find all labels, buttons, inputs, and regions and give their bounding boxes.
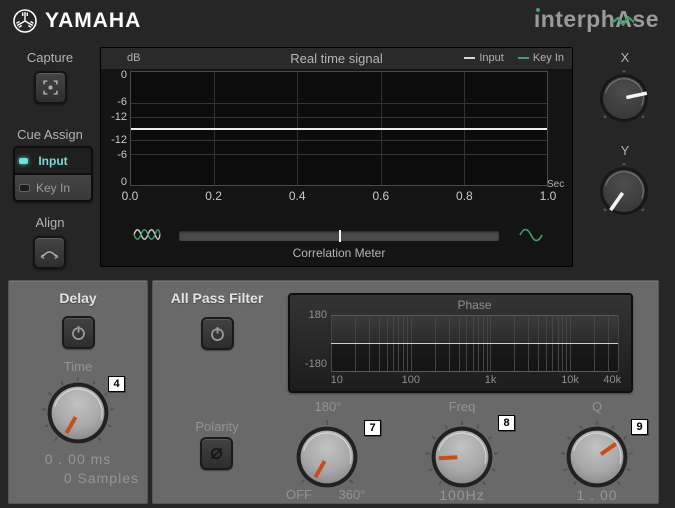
phase-y-min: -180 <box>304 358 327 370</box>
scope-plot <box>130 71 548 186</box>
out-of-phase-icon <box>133 229 161 240</box>
y-tick: -12 <box>111 111 127 123</box>
cue-assign-label: Cue Assign <box>17 127 83 142</box>
y-tick: 0 <box>120 176 127 188</box>
capture-icon <box>43 80 58 95</box>
keyin-led-icon <box>19 183 30 192</box>
x-knob[interactable] <box>594 68 654 128</box>
in-phase-icon <box>519 228 543 242</box>
phase-display: Phase 180 -180 10 100 1k 10k 40k <box>288 293 633 393</box>
phase-gridlines <box>331 315 619 372</box>
y-tick: -6 <box>117 96 127 108</box>
correlation-meter-label: Correlation Meter <box>292 246 386 260</box>
y-tick: -6 <box>117 149 127 161</box>
delay-section: Delay Time 4 0 . 00 ms 0 Samples <box>8 280 148 504</box>
logo-wave-icon <box>612 15 635 27</box>
cue-option-keyin[interactable]: Key In <box>15 173 91 200</box>
allpass-title: All Pass Filter <box>170 290 264 306</box>
tutorial-badge-7: 7 <box>364 420 381 436</box>
allpass-section: All Pass Filter Phase 180 -180 10 100 1k… <box>152 280 659 504</box>
delay-title: Delay <box>59 290 97 306</box>
align-label: Align <box>35 215 65 230</box>
logo-green-dot-icon <box>535 8 540 12</box>
phase-x-tick: 10 <box>330 374 343 386</box>
degree-knob[interactable] <box>287 417 367 497</box>
y-tick: 0 <box>120 69 127 81</box>
correlation-indicator <box>339 230 341 242</box>
scope-legend: Input Key In <box>464 52 564 64</box>
yamaha-logo: YAMAHA <box>12 8 141 34</box>
y-knob-label: Y <box>620 143 630 158</box>
degree-max-label: 360° <box>338 487 366 502</box>
tutorial-badge-9: 9 <box>631 419 648 435</box>
x-tick: 0.8 <box>456 189 473 203</box>
degree-knob-label: 180° <box>314 399 342 414</box>
power-icon <box>211 327 224 341</box>
interphase-window: YAMAHA ınterphA se Capture Cue Assign Inp… <box>0 0 675 508</box>
power-icon <box>72 326 85 340</box>
polarity-phi-icon <box>210 447 223 460</box>
capture-button[interactable] <box>34 71 67 104</box>
phase-response-trace <box>331 342 618 344</box>
phase-x-tick: 40k <box>603 374 622 386</box>
legend-input: Input <box>464 52 504 64</box>
x-tick: 0.4 <box>288 189 306 203</box>
q-value: 1 . 00 <box>576 487 618 503</box>
cue-assign-switch: Input Key In <box>13 146 93 202</box>
delay-samples-value: 0 Samples <box>63 470 139 486</box>
input-led-icon <box>19 157 28 164</box>
tutorial-badge-8: 8 <box>498 415 515 431</box>
allpass-power-button[interactable] <box>201 317 234 350</box>
legend-keyin: Key In <box>517 52 564 64</box>
x-tick: 0.2 <box>205 189 222 203</box>
x-tick: 1.0 <box>539 189 557 203</box>
phase-x-tick: 10k <box>561 374 579 386</box>
brand-name: YAMAHA <box>45 9 142 32</box>
freq-knob-label: Freq <box>448 399 476 414</box>
x-tick: 0.0 <box>121 189 139 203</box>
align-icon <box>40 250 59 259</box>
keyin-dash-icon <box>517 57 529 59</box>
freq-value: 100Hz <box>439 487 485 503</box>
polarity-button[interactable] <box>200 437 233 470</box>
phase-y-max: 180 <box>308 309 327 321</box>
freq-knob[interactable] <box>422 417 502 497</box>
phase-x-axis: 10 100 1k 10k 40k <box>330 374 622 386</box>
x-tick: 0.6 <box>372 189 390 203</box>
align-button[interactable] <box>33 236 66 269</box>
polarity-label: Polarity <box>195 419 239 434</box>
scope-x-unit: Sec <box>547 179 565 190</box>
cue-option-input[interactable]: Input <box>15 148 91 173</box>
tutorial-badge-4: 4 <box>108 376 125 392</box>
correlation-meter <box>179 230 499 242</box>
x-knob-label: X <box>620 50 630 65</box>
delay-ms-value: 0 . 00 ms <box>44 451 112 467</box>
realtime-scope: dB Real time signal Input Key In 0 -6 -1… <box>100 47 573 267</box>
y-knob[interactable] <box>594 161 654 221</box>
y-tick: -12 <box>111 134 127 146</box>
scope-x-axis: 0.0 0.2 0.4 0.6 0.8 1.0 <box>122 189 557 203</box>
phase-x-tick: 1k <box>484 374 497 386</box>
q-knob[interactable] <box>557 417 637 497</box>
time-label: Time <box>63 359 93 374</box>
degree-min-label: OFF <box>286 487 312 502</box>
yamaha-mark-icon <box>13 9 37 33</box>
capture-label: Capture <box>26 50 74 65</box>
input-dash-icon <box>464 57 476 59</box>
product-logo: ınterphA se <box>533 6 659 32</box>
q-knob-label: Q <box>591 399 603 414</box>
input-signal-trace <box>131 127 547 130</box>
phase-title: Phase <box>457 298 492 312</box>
delay-power-button[interactable] <box>62 316 95 349</box>
phase-x-tick: 100 <box>401 374 420 386</box>
time-knob[interactable] <box>38 373 118 453</box>
